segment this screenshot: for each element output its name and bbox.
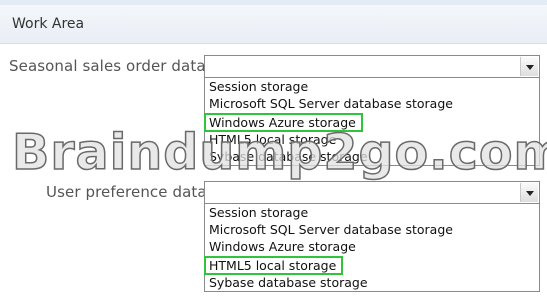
option-windows-azure-storage[interactable]: Windows Azure storage [204,113,363,132]
option-sybase-storage[interactable]: Sybase database storage [205,148,539,165]
option-html5-local-storage[interactable]: HTML5 local storage [205,131,539,148]
chevron-down-icon[interactable] [520,183,538,202]
option-sql-server-storage[interactable]: Microsoft SQL Server database storage [205,95,539,112]
seasonal-sales-label: Seasonal sales order data [9,57,206,75]
option-sql-server-storage[interactable]: Microsoft SQL Server database storage [205,221,539,238]
user-preference-dropdown[interactable] [204,181,540,204]
user-preference-label: User preference data [46,183,207,201]
option-sybase-storage[interactable]: Sybase database storage [205,274,539,291]
option-windows-azure-storage[interactable]: Windows Azure storage [205,238,539,255]
seasonal-sales-options: Session storage Microsoft SQL Server dat… [204,78,540,166]
option-session-storage[interactable]: Session storage [205,204,539,221]
work-area-title: Work Area [12,16,85,32]
option-html5-local-storage[interactable]: HTML5 local storage [203,256,344,275]
seasonal-sales-dropdown[interactable] [204,55,540,78]
user-preference-options: Session storage Microsoft SQL Server dat… [203,204,540,292]
option-session-storage[interactable]: Session storage [205,78,539,95]
chevron-down-icon[interactable] [520,57,538,76]
work-area-header: Work Area [0,5,547,44]
